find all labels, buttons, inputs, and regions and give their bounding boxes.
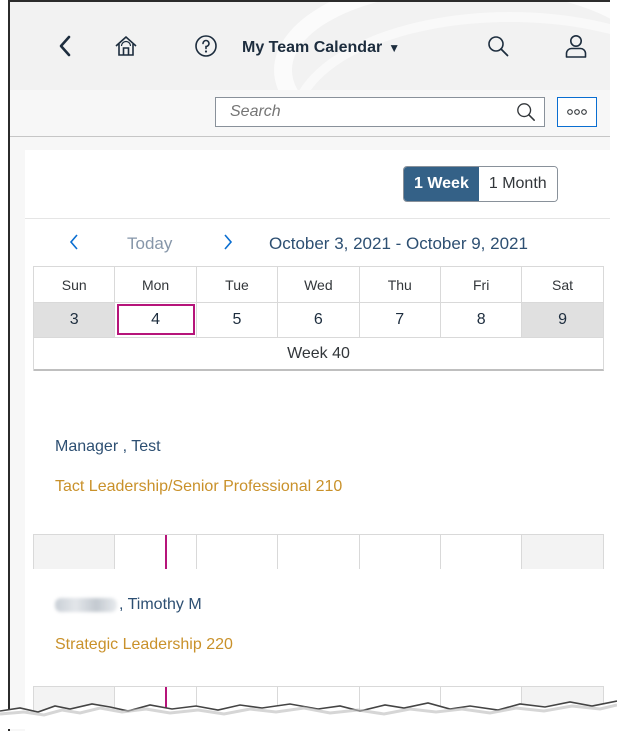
search-icon <box>488 36 509 57</box>
schedule-cell[interactable] <box>359 535 441 569</box>
weekday-sun: Sun <box>34 266 116 302</box>
date-cell-8[interactable]: 8 <box>440 302 523 337</box>
weekday-wed: Wed <box>278 266 360 302</box>
weekday-tue: Tue <box>196 266 279 302</box>
home-button[interactable] <box>106 26 146 66</box>
app-title-menu[interactable]: My Team Calendar ▼ <box>242 28 400 68</box>
employee-role: Strategic Leadership 220 <box>55 636 233 653</box>
date-cell-6[interactable]: 6 <box>278 302 360 337</box>
date-cell-7[interactable]: 7 <box>359 302 441 337</box>
shell-search-button[interactable] <box>480 26 516 66</box>
weekday-header-row: Sun Mon Tue Wed Thu Fri Sat <box>34 266 604 302</box>
title-caret-icon: ▼ <box>388 41 401 55</box>
back-button[interactable] <box>50 26 80 66</box>
employee-name: Manager , Test <box>55 438 161 455</box>
date-navigation: Today October 3, 2021 - October 9, 2021 <box>25 226 610 266</box>
employee-1-schedule-row <box>33 534 604 569</box>
view-week-button[interactable]: 1 Week <box>404 167 479 201</box>
torn-edge-decoration <box>0 700 617 729</box>
date-cell-5[interactable]: 5 <box>196 302 279 337</box>
date-row: 3 4 5 6 7 8 9 <box>34 302 604 337</box>
next-week-button[interactable] <box>223 234 233 255</box>
weekday-sat: Sat <box>522 266 604 302</box>
home-icon <box>115 36 137 56</box>
divider <box>25 218 610 219</box>
previous-week-button[interactable] <box>69 234 79 255</box>
chevron-right-icon <box>224 234 233 250</box>
view-month-button[interactable]: 1 Month <box>478 167 557 201</box>
user-icon <box>565 35 587 58</box>
employee-name-row: , Timothy M <box>55 596 202 614</box>
week-number-row[interactable]: Week 40 <box>34 337 604 371</box>
view-toggle: 1 Week 1 Month <box>403 166 558 202</box>
date-cell-4-selected[interactable]: 4 <box>115 302 197 337</box>
search-submit-button[interactable] <box>508 98 544 126</box>
search-toolbar <box>10 90 610 137</box>
weekday-fri: Fri <box>440 266 523 302</box>
date-cell-3[interactable]: 3 <box>34 302 116 337</box>
schedule-cell[interactable] <box>440 535 523 569</box>
week-grid: Sun Mon Tue Wed Thu Fri Sat 3 4 5 6 7 8 … <box>33 266 604 371</box>
weekday-mon: Mon <box>115 266 197 302</box>
date-cell-9[interactable]: 9 <box>522 302 604 337</box>
help-icon <box>195 35 217 57</box>
employee-name: , Timothy M <box>119 596 202 613</box>
overflow-button[interactable] <box>557 97 597 127</box>
redacted-surname <box>55 597 117 612</box>
team-calendar: 1 Week 1 Month Today October 3, 2021 - O… <box>25 150 610 731</box>
help-button[interactable] <box>186 26 226 66</box>
search-icon <box>517 103 535 121</box>
weekday-thu: Thu <box>359 266 441 302</box>
more-icon <box>567 109 587 115</box>
schedule-cell[interactable] <box>522 535 604 569</box>
schedule-cell[interactable] <box>278 535 360 569</box>
today-button[interactable]: Today <box>127 234 172 254</box>
chevron-left-icon <box>69 234 78 250</box>
date-range-picker[interactable]: October 3, 2021 - October 9, 2021 <box>269 234 528 254</box>
app-frame: My Team Calendar ▼ 1 Week 1 Month <box>8 0 610 731</box>
user-button[interactable] <box>558 26 594 66</box>
search-input[interactable] <box>216 102 508 122</box>
search-field <box>215 97 545 127</box>
back-icon <box>59 35 71 57</box>
schedule-cell[interactable] <box>115 535 197 569</box>
employee-1[interactable]: Manager , Test <box>55 438 161 456</box>
employee-role: Tact Leadership/Senior Professional 210 <box>55 478 343 495</box>
today-marker <box>165 535 168 569</box>
employee-1-role-row: Tact Leadership/Senior Professional 210 <box>55 478 342 496</box>
app-title: My Team Calendar <box>242 39 383 56</box>
schedule-cell[interactable] <box>196 535 279 569</box>
employee-2-role-row: Strategic Leadership 220 <box>55 636 233 654</box>
schedule-cell[interactable] <box>34 535 116 569</box>
shell-header: My Team Calendar ▼ <box>10 2 610 90</box>
employee-2[interactable]: , Timothy M <box>55 596 202 614</box>
